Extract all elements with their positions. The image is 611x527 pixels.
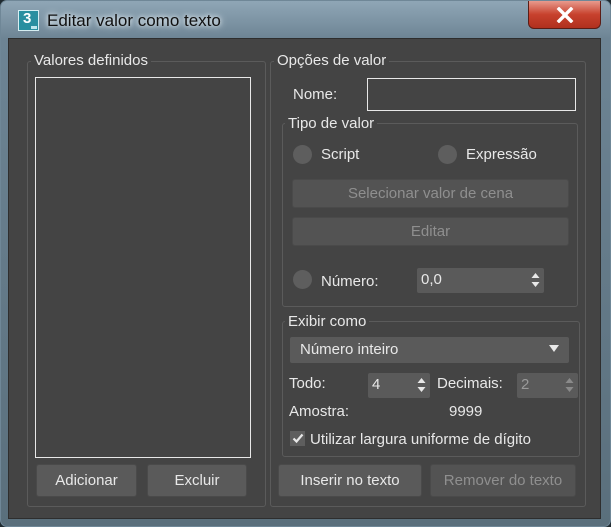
sample-value: 9999: [449, 403, 483, 420]
close-x-icon: [556, 6, 573, 23]
script-label: Script: [321, 146, 360, 163]
window-title: Editar valor como texto: [47, 11, 221, 30]
display-format-value: Número inteiro: [300, 341, 399, 358]
spinner-arrows-icon: [417, 378, 426, 392]
chevron-down-icon: [549, 345, 559, 352]
spinner-arrows-icon: [565, 378, 574, 392]
decimals-label: Decimais:: [437, 375, 503, 392]
value-options-group-label: Opções de valor: [274, 52, 390, 69]
close-button[interactable]: [528, 1, 601, 29]
app-icon: 3: [18, 10, 39, 31]
all-spinner-value: 4: [372, 376, 381, 393]
decimals-spinner[interactable]: 2: [517, 373, 578, 398]
expression-radio[interactable]: [438, 145, 457, 164]
delete-button[interactable]: Excluir: [147, 464, 247, 497]
number-radio[interactable]: [293, 270, 312, 289]
all-label: Todo:: [289, 375, 326, 392]
name-label: Nome:: [293, 86, 338, 103]
spinner-arrows-icon: [531, 273, 540, 287]
sample-label: Amostra:: [289, 403, 350, 420]
display-format-dropdown[interactable]: Número inteiro: [290, 337, 569, 363]
all-spinner[interactable]: 4: [368, 373, 430, 398]
insert-into-text-button[interactable]: Inserir no texto: [278, 464, 422, 497]
remove-from-text-button[interactable]: Remover do texto: [430, 464, 576, 497]
uniform-width-checkbox[interactable]: [290, 431, 305, 446]
app-icon-glyph: 3: [23, 10, 32, 27]
number-label: Número:: [321, 273, 379, 290]
checkmark-icon: [292, 433, 303, 444]
select-scene-value-button[interactable]: Selecionar valor de cena: [292, 179, 569, 208]
edit-button[interactable]: Editar: [292, 217, 569, 246]
title-bar[interactable]: 3 Editar valor como texto: [1, 1, 610, 39]
decimals-spinner-value: 2: [521, 376, 530, 393]
number-spinner-value: 0,0: [421, 271, 442, 288]
number-spinner[interactable]: 0,0: [417, 268, 544, 293]
name-input[interactable]: [367, 78, 576, 111]
defined-values-group-label: Valores definidos: [31, 52, 151, 69]
uniform-width-label: Utilizar largura uniforme de dígito: [310, 431, 531, 448]
defined-values-list[interactable]: [35, 77, 251, 458]
display-as-group-label: Exibir como: [285, 313, 370, 330]
expression-label: Expressão: [466, 146, 537, 163]
script-radio[interactable]: [293, 145, 312, 164]
add-button[interactable]: Adicionar: [36, 464, 137, 497]
value-type-group-label: Tipo de valor: [285, 115, 378, 132]
